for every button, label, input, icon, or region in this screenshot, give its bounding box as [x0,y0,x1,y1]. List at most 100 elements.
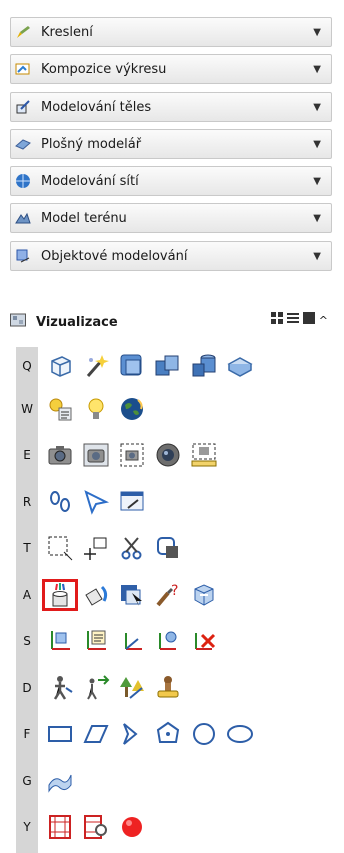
row-key-label: Q [22,358,32,373]
mesh-globe-icon [15,173,31,189]
row-key-label: F [23,726,31,741]
object-model-icon [15,248,31,264]
cylinder-view-icon[interactable] [186,350,222,382]
ucs-delete-icon[interactable] [186,625,222,657]
chevron-shape-icon[interactable] [114,718,150,750]
brush-question-icon[interactable]: ? [150,579,186,611]
layout-icon [15,61,31,77]
camera-icon[interactable] [42,439,78,471]
panel-mesh-globe[interactable]: Modelování sítí ▼ [10,166,332,196]
pencil-icon [15,24,31,40]
tool-row: E [16,436,332,473]
chevron-up-icon[interactable]: ^ [319,314,328,327]
row-key-label: E [23,447,31,462]
tool-row: T [16,529,332,566]
ellipse-icon[interactable] [222,718,258,750]
tool-row: F [16,715,332,752]
bulb-icon[interactable] [78,393,114,425]
panel-title: Kreslení [41,24,93,40]
cross-arrows-icon[interactable] [78,532,114,564]
svg-text:?: ? [171,583,178,599]
panel-title: Modelování těles [41,99,152,115]
panel-title: Plošný modelář [41,136,142,152]
panel-object-model[interactable]: Objektové modelování ▼ [10,241,332,271]
box-views-icon[interactable] [114,350,150,382]
panel-title: Objektové modelování [41,248,188,264]
tool-row: W [16,390,332,427]
active-panel-header[interactable]: Vizualizace ^ [10,305,332,339]
tool-row: D [16,669,332,706]
visualization-icon [10,313,26,331]
tool-row: R [16,483,332,520]
surface-shape-icon[interactable] [42,765,78,797]
boxes-stack-icon[interactable] [150,350,186,382]
rectangle-icon[interactable] [42,718,78,750]
chevron-down-icon: ▼ [313,138,321,150]
tool-row: A? [16,576,332,613]
camera-ruler-icon[interactable] [186,439,222,471]
panel-pencil[interactable]: Kreslení ▼ [10,17,332,47]
solid-pencil-icon [15,99,31,115]
chevron-down-icon: ▼ [313,26,321,38]
box-flat-icon[interactable] [222,350,258,382]
cube-icon[interactable] [42,350,78,382]
ucs-list-icon[interactable] [78,625,114,657]
paint-pour-icon[interactable] [78,579,114,611]
panel-title: Model terénu [41,210,127,226]
stamp-icon[interactable] [150,672,186,704]
terrain-icon [15,210,31,226]
scissors-icon[interactable] [114,532,150,564]
paint-bucket-icon[interactable] [42,578,78,611]
trees-icon[interactable] [114,672,150,704]
wand-icon[interactable] [78,350,114,382]
walk-icon[interactable] [42,672,78,704]
row-key-label: G [22,773,32,788]
row-key-label: Y [23,819,31,834]
chevron-down-icon: ▼ [313,63,321,75]
panel-surface[interactable]: Plošný modelář ▼ [10,129,332,159]
circle-icon[interactable] [186,718,222,750]
globe-icon[interactable] [114,393,150,425]
footprints-icon[interactable] [42,486,78,518]
region-select-icon[interactable] [42,532,78,564]
camera-region-icon[interactable] [114,439,150,471]
panel-title: Modelování sítí [41,173,139,189]
ucs-arrow-icon[interactable] [114,625,150,657]
window-arrow-icon[interactable] [114,486,150,518]
film-search-icon[interactable] [78,811,114,843]
tool-palette: Q W E R T A? S D F G Y [16,347,332,853]
compact-view-icon[interactable] [302,312,315,328]
light-settings-icon[interactable] [42,393,78,425]
tool-row: Y [16,808,332,845]
ucs-cube-icon[interactable] [42,625,78,657]
film-icon[interactable] [42,811,78,843]
row-key-label: A [22,587,32,602]
ucs-gear-icon[interactable] [150,625,186,657]
parallelogram-icon[interactable] [78,718,114,750]
panel-solid-pencil[interactable]: Modelování těles ▼ [10,92,332,122]
polygon-icon[interactable] [150,718,186,750]
row-key-label: W [21,401,33,416]
walk-arrows-icon[interactable] [78,672,114,704]
list-view-icon[interactable] [286,312,299,328]
chevron-down-icon: ▼ [313,101,321,113]
grid-view-icon[interactable] [270,312,283,328]
panel-layout[interactable]: Kompozice výkresu ▼ [10,54,332,84]
arrow-pointer-icon[interactable] [78,486,114,518]
camera-frame-icon[interactable] [78,439,114,471]
lens-icon[interactable] [150,439,186,471]
chevron-down-icon: ▼ [313,250,321,262]
panel-terrain[interactable]: Model terénu ▼ [10,203,332,233]
row-key-label: S [23,633,31,648]
render-cube-icon[interactable] [186,579,222,611]
row-key-label: T [23,540,31,555]
block-attach-icon[interactable] [150,532,186,564]
chevron-down-icon: ▼ [313,175,321,187]
surface-icon [15,136,31,152]
panel-title: Kompozice výkresu [41,61,167,77]
active-panel-title: Vizualizace [36,314,118,330]
material-cursor-icon[interactable] [114,579,150,611]
tool-row: G [16,762,332,799]
row-key-label: D [22,680,32,695]
record-icon[interactable] [114,811,150,843]
